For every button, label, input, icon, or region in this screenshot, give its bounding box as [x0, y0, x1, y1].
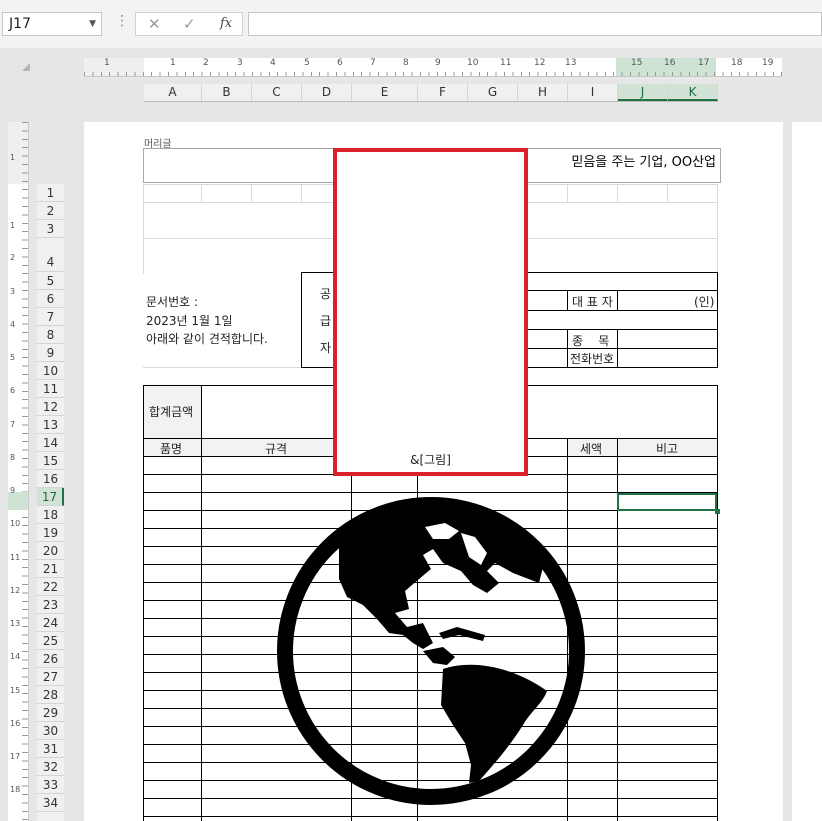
selected-cell[interactable]: [617, 493, 717, 511]
seal-mark: (인): [694, 295, 715, 309]
supplier-label-2: 급: [320, 314, 332, 328]
doc-number-label: 문서번호 :: [146, 295, 199, 309]
image-code: &[그림]: [410, 453, 451, 467]
globe-icon[interactable]: [273, 493, 589, 809]
ceo-label: 대 표 자: [572, 295, 613, 309]
fill-handle[interactable]: [715, 509, 720, 514]
phone-label: 전화번호: [570, 352, 615, 366]
header-tax: 세액: [580, 442, 603, 456]
supplier-label-1: 공: [320, 287, 332, 301]
doc-intro: 아래와 같이 견적합니다.: [146, 332, 268, 346]
header-image-placeholder[interactable]: &[그림]: [333, 148, 528, 476]
header-spec: 규격: [265, 442, 288, 456]
doc-date: 2023년 1월 1일: [146, 314, 233, 328]
header-note: 비고: [656, 442, 679, 456]
supplier-label-3: 자: [320, 341, 332, 355]
header-item: 품명: [160, 442, 183, 456]
total-label: 합계금액: [149, 405, 194, 419]
category-label: 종 목: [572, 334, 610, 348]
